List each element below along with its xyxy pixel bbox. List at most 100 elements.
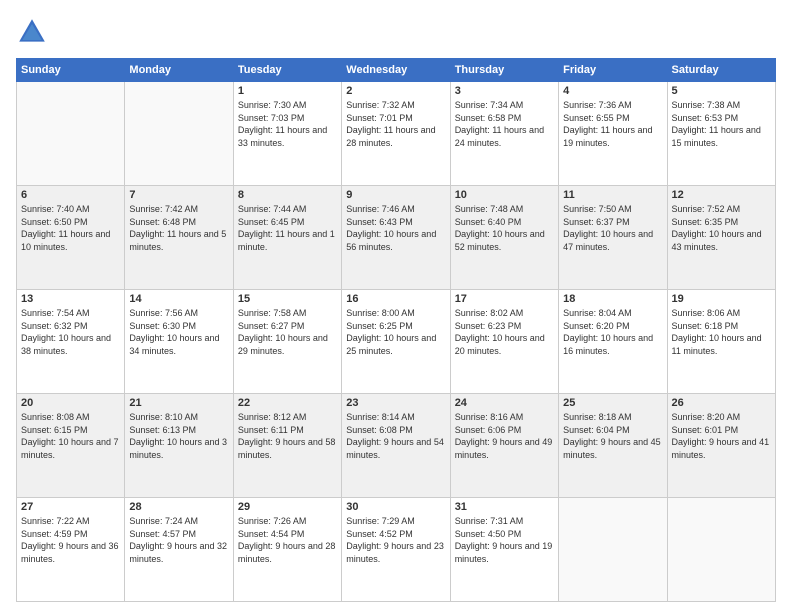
day-number: 1 bbox=[238, 85, 337, 97]
day-number: 5 bbox=[672, 85, 771, 97]
day-number: 18 bbox=[563, 293, 662, 305]
calendar-cell: 26 Sunrise: 8:20 AMSunset: 6:01 PMDayligh… bbox=[667, 394, 775, 498]
day-info: Sunrise: 7:46 AMSunset: 6:43 PMDaylight:… bbox=[346, 203, 445, 253]
day-info: Sunrise: 7:48 AMSunset: 6:40 PMDaylight:… bbox=[455, 203, 554, 253]
calendar-week-row: 1 Sunrise: 7:30 AMSunset: 7:03 PMDaylight… bbox=[17, 82, 776, 186]
calendar-cell: 27Sunrise: 7:22 AMSunset: 4:59 PMDayligh… bbox=[17, 498, 125, 602]
day-info: Sunrise: 7:44 AMSunset: 6:45 PMDaylight:… bbox=[238, 203, 337, 253]
weekday-header-tuesday: Tuesday bbox=[233, 59, 341, 82]
day-number: 21 bbox=[129, 397, 228, 409]
day-info: Sunrise: 7:58 AMSunset: 6:27 PMDaylight:… bbox=[238, 307, 337, 357]
day-info: Sunrise: 7:24 AMSunset: 4:57 PMDaylight:… bbox=[129, 515, 228, 565]
calendar-cell: 14 Sunrise: 7:56 AMSunset: 6:30 PMDayligh… bbox=[125, 290, 233, 394]
calendar-cell bbox=[125, 82, 233, 186]
day-number: 22 bbox=[238, 397, 337, 409]
day-number: 11 bbox=[563, 189, 662, 201]
calendar-cell: 13 Sunrise: 7:54 AMSunset: 6:32 PMDayligh… bbox=[17, 290, 125, 394]
calendar-cell: 1 Sunrise: 7:30 AMSunset: 7:03 PMDaylight… bbox=[233, 82, 341, 186]
day-info: Sunrise: 7:30 AMSunset: 7:03 PMDaylight:… bbox=[238, 99, 337, 149]
logo-icon bbox=[16, 16, 48, 48]
weekday-header-saturday: Saturday bbox=[667, 59, 775, 82]
calendar-cell: 31Sunrise: 7:31 AMSunset: 4:50 PMDayligh… bbox=[450, 498, 558, 602]
day-number: 14 bbox=[129, 293, 228, 305]
day-number: 8 bbox=[238, 189, 337, 201]
calendar-cell: 12 Sunrise: 7:52 AMSunset: 6:35 PMDayligh… bbox=[667, 186, 775, 290]
day-info: Sunrise: 7:26 AMSunset: 4:54 PMDaylight:… bbox=[238, 515, 337, 565]
calendar-cell: 22 Sunrise: 8:12 AMSunset: 6:11 PMDayligh… bbox=[233, 394, 341, 498]
calendar-cell: 24 Sunrise: 8:16 AMSunset: 6:06 PMDayligh… bbox=[450, 394, 558, 498]
day-info: Sunrise: 7:29 AMSunset: 4:52 PMDaylight:… bbox=[346, 515, 445, 565]
day-number: 2 bbox=[346, 85, 445, 97]
calendar-cell: 9Sunrise: 7:46 AMSunset: 6:43 PMDaylight… bbox=[342, 186, 450, 290]
calendar-cell bbox=[17, 82, 125, 186]
day-info: Sunrise: 8:00 AMSunset: 6:25 PMDaylight:… bbox=[346, 307, 445, 357]
day-number: 28 bbox=[129, 501, 228, 513]
calendar-cell: 30 Sunrise: 7:29 AMSunset: 4:52 PMDayligh… bbox=[342, 498, 450, 602]
calendar-cell: 25 Sunrise: 8:18 AMSunset: 6:04 PMDayligh… bbox=[559, 394, 667, 498]
day-number: 24 bbox=[455, 397, 554, 409]
calendar-cell: 8 Sunrise: 7:44 AMSunset: 6:45 PMDaylight… bbox=[233, 186, 341, 290]
day-info: Sunrise: 8:18 AMSunset: 6:04 PMDaylight:… bbox=[563, 411, 662, 461]
calendar-cell: 4Sunrise: 7:36 AMSunset: 6:55 PMDaylight… bbox=[559, 82, 667, 186]
day-info: Sunrise: 7:32 AMSunset: 7:01 PMDaylight:… bbox=[346, 99, 445, 149]
day-number: 13 bbox=[21, 293, 120, 305]
day-info: Sunrise: 7:52 AMSunset: 6:35 PMDaylight:… bbox=[672, 203, 771, 253]
calendar-cell: 23 Sunrise: 8:14 AMSunset: 6:08 PMDayligh… bbox=[342, 394, 450, 498]
calendar-table: SundayMondayTuesdayWednesdayThursdayFrid… bbox=[16, 58, 776, 602]
day-info: Sunrise: 8:04 AMSunset: 6:20 PMDaylight:… bbox=[563, 307, 662, 357]
day-info: Sunrise: 7:40 AMSunset: 6:50 PMDaylight:… bbox=[21, 203, 120, 253]
day-number: 26 bbox=[672, 397, 771, 409]
day-info: Sunrise: 8:10 AMSunset: 6:13 PMDaylight:… bbox=[129, 411, 228, 461]
calendar-week-row: 27Sunrise: 7:22 AMSunset: 4:59 PMDayligh… bbox=[17, 498, 776, 602]
day-info: Sunrise: 7:54 AMSunset: 6:32 PMDaylight:… bbox=[21, 307, 120, 357]
page: SundayMondayTuesdayWednesdayThursdayFrid… bbox=[0, 0, 792, 612]
calendar-cell: 2 Sunrise: 7:32 AMSunset: 7:01 PMDaylight… bbox=[342, 82, 450, 186]
day-number: 16 bbox=[346, 293, 445, 305]
day-number: 17 bbox=[455, 293, 554, 305]
calendar-cell: 7Sunrise: 7:42 AMSunset: 6:48 PMDaylight… bbox=[125, 186, 233, 290]
day-number: 15 bbox=[238, 293, 337, 305]
calendar-cell: 20Sunrise: 8:08 AMSunset: 6:15 PMDayligh… bbox=[17, 394, 125, 498]
calendar-cell: 18 Sunrise: 8:04 AMSunset: 6:20 PMDayligh… bbox=[559, 290, 667, 394]
day-info: Sunrise: 8:06 AMSunset: 6:18 PMDaylight:… bbox=[672, 307, 771, 357]
calendar-cell: 29 Sunrise: 7:26 AMSunset: 4:54 PMDayligh… bbox=[233, 498, 341, 602]
day-info: Sunrise: 8:14 AMSunset: 6:08 PMDaylight:… bbox=[346, 411, 445, 461]
calendar-cell: 6 Sunrise: 7:40 AMSunset: 6:50 PMDaylight… bbox=[17, 186, 125, 290]
day-info: Sunrise: 7:56 AMSunset: 6:30 PMDaylight:… bbox=[129, 307, 228, 357]
calendar-cell: 10Sunrise: 7:48 AMSunset: 6:40 PMDayligh… bbox=[450, 186, 558, 290]
day-number: 30 bbox=[346, 501, 445, 513]
day-info: Sunrise: 7:36 AMSunset: 6:55 PMDaylight:… bbox=[563, 99, 662, 149]
day-info: Sunrise: 8:20 AMSunset: 6:01 PMDaylight:… bbox=[672, 411, 771, 461]
calendar-cell: 21 Sunrise: 8:10 AMSunset: 6:13 PMDayligh… bbox=[125, 394, 233, 498]
day-number: 3 bbox=[455, 85, 554, 97]
day-number: 19 bbox=[672, 293, 771, 305]
calendar-cell: 16 Sunrise: 8:00 AMSunset: 6:25 PMDayligh… bbox=[342, 290, 450, 394]
calendar-week-row: 20Sunrise: 8:08 AMSunset: 6:15 PMDayligh… bbox=[17, 394, 776, 498]
calendar-cell bbox=[667, 498, 775, 602]
day-number: 25 bbox=[563, 397, 662, 409]
day-info: Sunrise: 8:12 AMSunset: 6:11 PMDaylight:… bbox=[238, 411, 337, 461]
calendar-cell: 3 Sunrise: 7:34 AMSunset: 6:58 PMDaylight… bbox=[450, 82, 558, 186]
day-number: 23 bbox=[346, 397, 445, 409]
calendar-cell: 5 Sunrise: 7:38 AMSunset: 6:53 PMDaylight… bbox=[667, 82, 775, 186]
day-number: 12 bbox=[672, 189, 771, 201]
day-number: 27 bbox=[21, 501, 120, 513]
day-info: Sunrise: 7:38 AMSunset: 6:53 PMDaylight:… bbox=[672, 99, 771, 149]
day-number: 31 bbox=[455, 501, 554, 513]
day-info: Sunrise: 7:34 AMSunset: 6:58 PMDaylight:… bbox=[455, 99, 554, 149]
calendar-cell: 11Sunrise: 7:50 AMSunset: 6:37 PMDayligh… bbox=[559, 186, 667, 290]
weekday-header-friday: Friday bbox=[559, 59, 667, 82]
day-number: 7 bbox=[129, 189, 228, 201]
weekday-header-monday: Monday bbox=[125, 59, 233, 82]
calendar-cell: 28 Sunrise: 7:24 AMSunset: 4:57 PMDayligh… bbox=[125, 498, 233, 602]
weekday-header-row: SundayMondayTuesdayWednesdayThursdayFrid… bbox=[17, 59, 776, 82]
day-info: Sunrise: 8:16 AMSunset: 6:06 PMDaylight:… bbox=[455, 411, 554, 461]
calendar-cell: 19 Sunrise: 8:06 AMSunset: 6:18 PMDayligh… bbox=[667, 290, 775, 394]
day-number: 29 bbox=[238, 501, 337, 513]
day-number: 6 bbox=[21, 189, 120, 201]
weekday-header-sunday: Sunday bbox=[17, 59, 125, 82]
weekday-header-wednesday: Wednesday bbox=[342, 59, 450, 82]
weekday-header-thursday: Thursday bbox=[450, 59, 558, 82]
calendar-week-row: 13 Sunrise: 7:54 AMSunset: 6:32 PMDayligh… bbox=[17, 290, 776, 394]
header bbox=[16, 16, 776, 48]
